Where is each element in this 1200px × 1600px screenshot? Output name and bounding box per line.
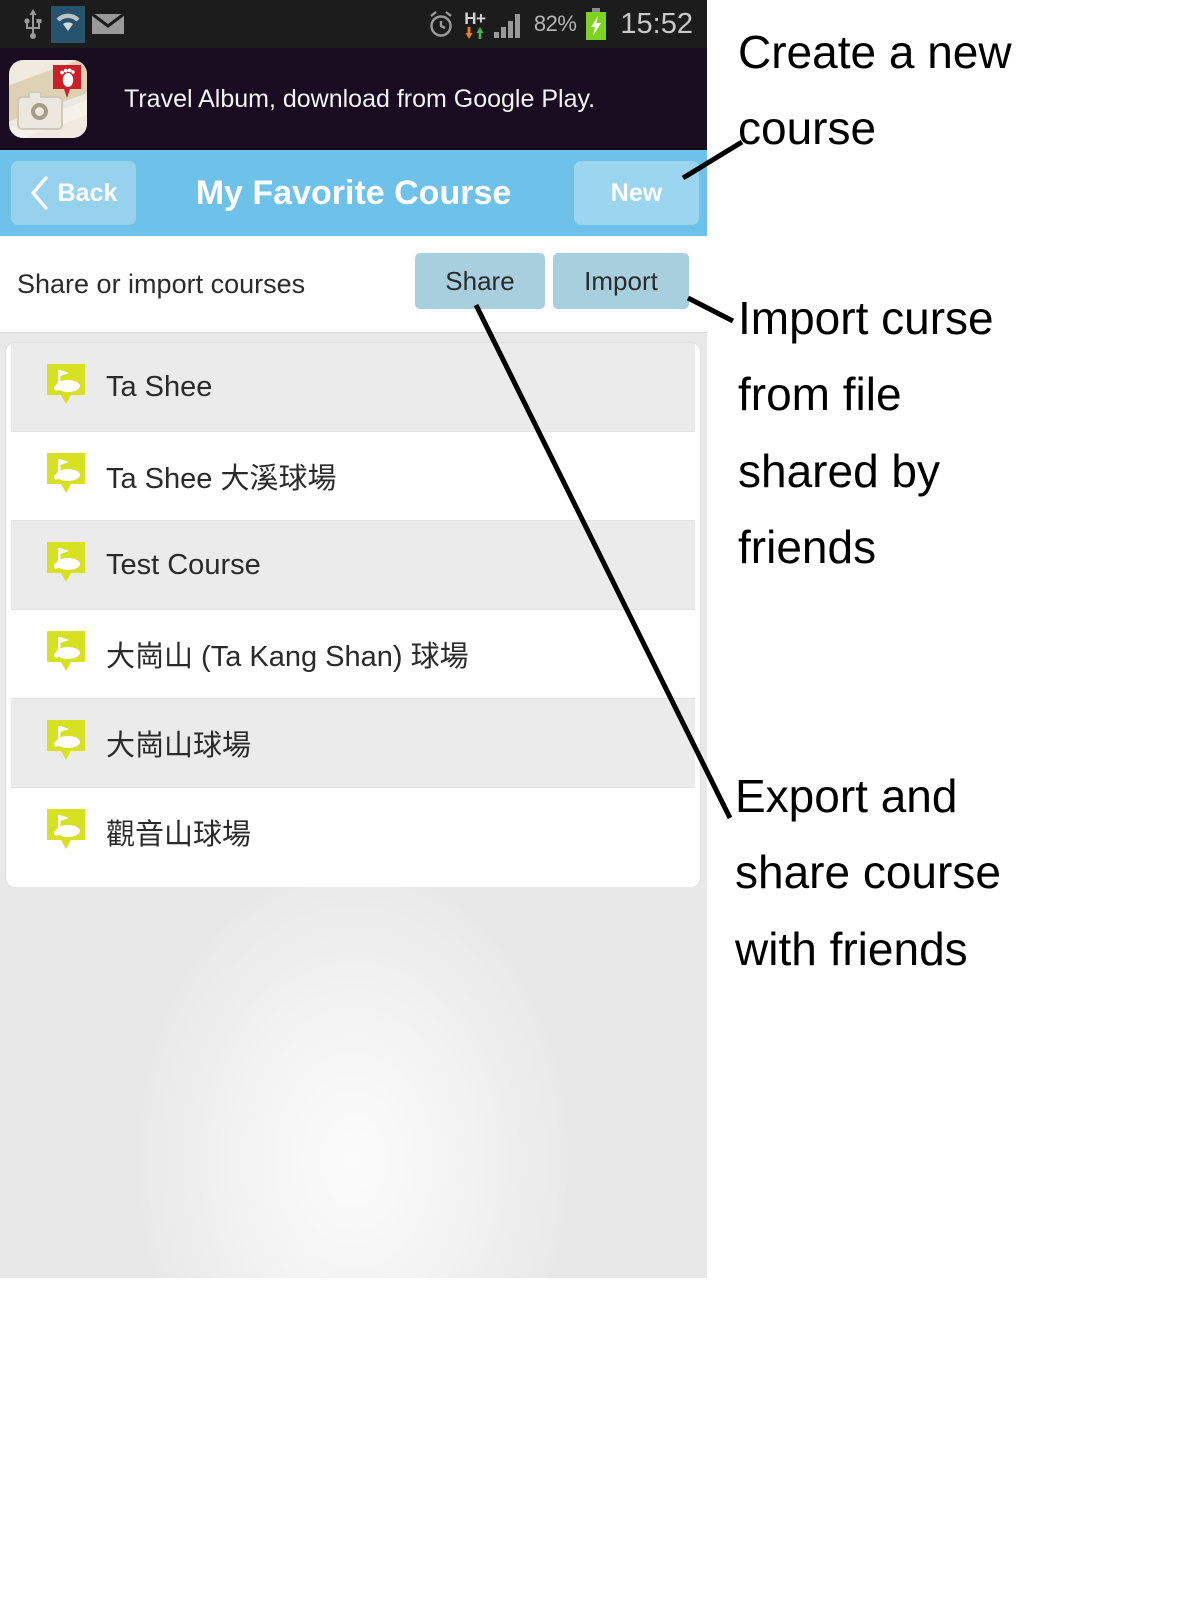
travel-album-app-icon [9,60,87,138]
chevron-left-icon [30,176,48,210]
app-title-bar: My Favorite Course Back New [0,150,707,236]
share-import-bar: Share or import courses Share Import [0,236,707,333]
annotation-share-course: Export and share course with friends [735,770,1001,975]
footprint-pin-icon [53,65,81,98]
alarm-icon [430,11,452,37]
golf-course-pin-icon [44,718,88,768]
ad-banner-text: Travel Album, download from Google Play. [124,84,596,113]
back-button-label: Back [57,178,118,207]
new-course-button[interactable]: New [574,161,699,225]
list-item-label: Ta Shee [106,370,213,403]
share-import-label: Share or import courses [17,268,306,299]
list-item[interactable]: Ta Shee [11,343,695,431]
back-button[interactable]: Back [11,161,136,225]
status-bar-clock: 15:52 [620,7,693,40]
golf-course-pin-icon [44,807,88,857]
list-item-label: Ta Shee 大溪球場 [106,463,337,495]
golf-course-pin-icon [44,540,88,590]
list-item[interactable]: Ta Shee 大溪球場 [11,431,695,520]
list-item-label: 大崗山 (Ta Kang Shan) 球場 [106,641,469,673]
status-bar-left-icons [0,5,124,43]
list-item[interactable]: 大崗山 (Ta Kang Shan) 球場 [11,609,695,698]
list-item[interactable]: 大崗山球場 [11,698,695,787]
new-course-button-label: New [610,178,663,207]
course-list: Ta Shee Ta Shee 大溪球場 Test Course 大崗山 (Ta… [6,343,700,887]
annotation-import-course: Import curse from file shared by friends [738,292,994,574]
list-item-label: 觀音山球場 [106,819,252,851]
list-item[interactable]: 觀音山球場 [11,787,695,876]
battery-charging-icon [586,8,607,40]
annotation-new-course: Create a new course [738,26,1012,155]
golf-course-pin-icon [44,362,88,412]
list-item-label: Test Course [106,548,261,581]
wifi-icon [51,5,85,43]
usb-icon [24,9,42,39]
golf-course-pin-icon [44,629,88,679]
camera-glyph [17,91,63,130]
list-item-label: 大崗山球場 [106,730,252,762]
ad-banner[interactable]: Travel Album, download from Google Play. [0,48,707,150]
golf-course-pin-icon [44,451,88,501]
list-item[interactable]: Test Course [11,520,695,609]
signal-icon [493,14,520,38]
import-button[interactable]: Import [553,253,689,309]
android-status-bar: H+ 82% 15:52 [0,0,707,48]
battery-percent-label: 82% [533,11,577,36]
hspa-plus-icon: H+ [464,10,486,39]
phone-screenshot: H+ 82% 15:52 Travel Album, download from… [0,0,707,1278]
empty-list-area [0,887,707,1278]
status-bar-right-icons: H+ 82% 15:52 [426,0,693,48]
mail-icon [92,12,124,34]
share-button[interactable]: Share [415,253,545,309]
